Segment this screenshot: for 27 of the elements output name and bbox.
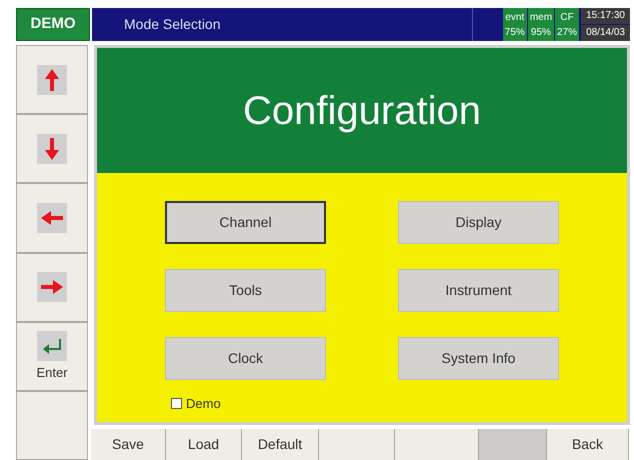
footer-button[interactable]: Save xyxy=(91,429,166,460)
nav-button[interactable]: Enter xyxy=(16,322,88,391)
menu-button[interactable]: Tools xyxy=(165,269,326,312)
clock-time: 15:17:30 xyxy=(581,8,630,24)
nav-button[interactable] xyxy=(16,390,88,460)
page-heading: Configuration xyxy=(243,88,481,134)
menu-button[interactable]: System Info xyxy=(398,337,559,380)
footer-button[interactable]: Load xyxy=(166,429,242,460)
menu-button[interactable]: Display xyxy=(398,201,559,244)
demo-label: Demo xyxy=(186,395,221,413)
footer-button[interactable]: Back xyxy=(547,429,629,460)
nav-button[interactable] xyxy=(16,45,88,114)
demo-checkbox[interactable] xyxy=(171,398,182,410)
clock-date: 08/14/03 xyxy=(581,25,630,41)
status-indicator: CF 27% xyxy=(555,8,580,41)
window-title: Mode Selection xyxy=(123,15,222,34)
nav-button[interactable] xyxy=(16,183,88,253)
enter-icon xyxy=(37,330,67,361)
status-indicator: evnt 75% xyxy=(502,8,527,41)
status-indicator: mem 95% xyxy=(528,8,554,41)
menu-button[interactable]: Instrument xyxy=(398,269,559,312)
menu-button[interactable]: Channel xyxy=(165,201,326,244)
nav-button[interactable] xyxy=(16,114,88,184)
footer-button[interactable]: Default xyxy=(242,429,319,460)
demo-badge: DEMO xyxy=(16,8,90,41)
nav-button[interactable] xyxy=(16,252,88,322)
menu-button[interactable]: Clock xyxy=(165,337,326,380)
